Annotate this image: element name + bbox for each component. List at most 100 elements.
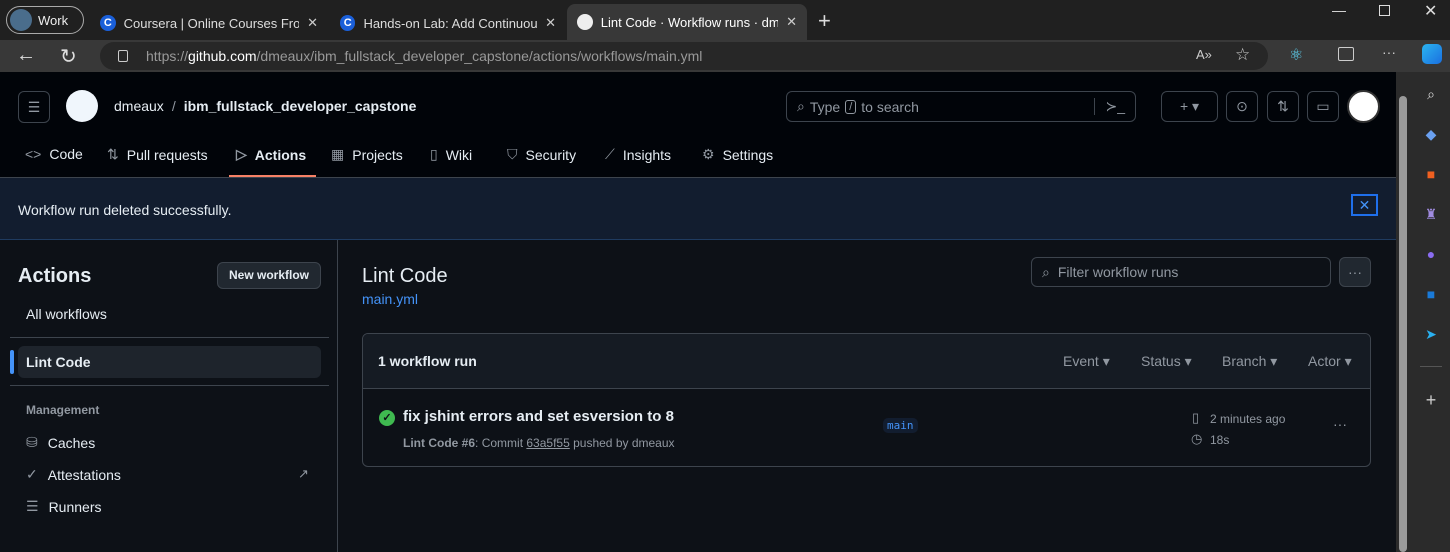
favorite-star-icon[interactable]: ☆ (1235, 45, 1250, 65)
command-palette-icon[interactable]: ≻_ (1094, 98, 1125, 115)
refresh-button[interactable]: ↻ (60, 44, 77, 69)
close-flash-button[interactable]: ✕ (1351, 194, 1378, 216)
inbox-button[interactable]: ▭ (1307, 91, 1339, 122)
issues-button[interactable]: ⊙ (1226, 91, 1258, 122)
nav-label: Security (525, 146, 577, 163)
new-tab-button[interactable]: + (818, 8, 831, 34)
commit-sha-link[interactable]: 63a5f55 (526, 436, 569, 450)
split-screen-icon[interactable] (1338, 47, 1354, 61)
copilot-sidebar-icon[interactable]: ● (1422, 246, 1440, 264)
user-avatar[interactable] (1347, 90, 1380, 123)
tab-lint-code[interactable]: Lint Code · Workflow runs · dmea ✕ (567, 4, 807, 40)
scrollbar-thumb[interactable] (1399, 96, 1407, 552)
close-icon[interactable]: ✕ (545, 15, 556, 31)
maximize-button[interactable] (1379, 5, 1390, 16)
runs-box-header (363, 334, 1370, 389)
nav-label: Pull requests (126, 146, 208, 163)
tab-security[interactable]: ⛉ Security (507, 146, 576, 163)
nav-label: Insights (622, 146, 672, 163)
toolbox-icon[interactable]: ■ (1422, 166, 1440, 184)
separator: / (171, 98, 176, 114)
add-icon[interactable]: + (1422, 390, 1440, 410)
github-header (0, 72, 1396, 178)
run-workflow: Lint Code (403, 436, 459, 450)
tab-pull-requests[interactable]: ⇅ Pull requests (107, 146, 208, 163)
more-options-button[interactable]: ··· (1339, 257, 1371, 287)
copilot-icon[interactable] (1422, 44, 1442, 64)
sidebar-item-label: Attestations (47, 466, 121, 483)
scrollbar[interactable] (1396, 72, 1410, 552)
new-workflow-button[interactable]: New workflow (217, 262, 321, 289)
shopping-tag-icon[interactable]: ◆ (1422, 126, 1440, 144)
tab-wiki[interactable]: ▯ Wiki (430, 146, 472, 163)
filter-input[interactable]: ⌕ Filter workflow runs (1031, 257, 1331, 287)
external-link-icon: ↗ (298, 466, 309, 481)
avatar (10, 9, 32, 31)
owner-link[interactable]: dmeaux (114, 98, 164, 114)
tab-hands-on-lab[interactable]: C Hands-on Lab: Add Continuous I ✕ (330, 6, 566, 40)
pull-requests-button[interactable]: ⇅ (1267, 91, 1299, 122)
sidebar-item-caches[interactable]: ⛁ Caches (26, 434, 95, 451)
nav-label: Actions (254, 146, 307, 163)
outlook-icon[interactable]: ■ (1422, 286, 1440, 304)
run-title-link[interactable]: fix jshint errors and set esversion to 8 (403, 408, 674, 425)
sidebar-item-runners[interactable]: ☰ Runners (26, 498, 101, 515)
tab-code[interactable]: <> Code (25, 146, 83, 162)
create-new-button[interactable]: + ▾ (1161, 91, 1218, 122)
send-icon[interactable]: ➤ (1422, 326, 1440, 344)
url-domain: github.com (188, 48, 257, 64)
tab-actions[interactable]: ▷ Actions (236, 146, 306, 163)
tab-insights[interactable]: ⟋ Insights (605, 146, 671, 163)
search-input[interactable]: ⌕ Type / to search ≻_ (786, 91, 1136, 122)
nav-label: Wiki (445, 146, 473, 163)
filter-branch[interactable]: Branch ▾ (1222, 353, 1277, 370)
filter-event[interactable]: Event ▾ (1063, 353, 1110, 370)
calendar-icon: ▯ (1192, 410, 1200, 425)
react-devtools-icon[interactable]: ⚛ (1289, 45, 1303, 65)
nav-label: Settings (722, 146, 774, 163)
tab-coursera[interactable]: C Coursera | Online Courses From T ✕ (90, 6, 328, 40)
games-icon[interactable]: ♜ (1422, 206, 1440, 224)
repo-link[interactable]: ibm_fullstack_developer_capstone (184, 98, 417, 114)
tab-title: Lint Code · Workflow runs · dmea (600, 14, 779, 30)
search-icon: ⌕ (1042, 263, 1050, 280)
workflow-file-link[interactable]: main.yml (362, 291, 418, 307)
page-title: Lint Code (362, 265, 448, 287)
close-icon[interactable]: ✕ (786, 14, 797, 30)
filter-actor[interactable]: Actor ▾ (1308, 353, 1352, 370)
active-indicator (10, 350, 14, 374)
address-bar[interactable]: https://github.com/dmeaux/ibm_fullstack_… (100, 42, 1268, 70)
github-logo-icon[interactable] (66, 90, 98, 122)
divider (10, 385, 329, 386)
url-prefix: https:// (146, 48, 189, 64)
sidebar-divider (337, 240, 338, 552)
git-pull-request-icon: ⇅ (107, 146, 119, 162)
sidebar-item-all-workflows[interactable]: All workflows (26, 306, 107, 322)
filter-status[interactable]: Status ▾ (1141, 353, 1192, 370)
close-icon[interactable]: ✕ (307, 15, 318, 31)
book-icon: ▯ (430, 146, 438, 162)
profile-button[interactable]: Work (6, 6, 84, 34)
success-icon: ✓ (379, 410, 395, 426)
tab-settings[interactable]: ⚙ Settings (702, 146, 773, 163)
run-more-button[interactable]: ··· (1333, 416, 1347, 432)
sidebar-item-attestations[interactable]: ✓ Attestations (26, 466, 121, 483)
commit-label: : Commit (475, 436, 524, 450)
branch-label[interactable]: main (883, 418, 918, 433)
coursera-icon: C (100, 15, 116, 31)
search-icon[interactable]: ⌕ (1422, 86, 1440, 104)
menu-button[interactable]: ☰ (18, 91, 50, 123)
more-icon[interactable]: ··· (1382, 44, 1396, 60)
filter-label: Branch (1222, 353, 1267, 369)
server-icon: ☰ (26, 498, 39, 514)
minimize-button[interactable]: — (1332, 2, 1346, 18)
profile-label: Work (38, 12, 69, 28)
database-icon: ⛁ (26, 434, 38, 450)
divider (1420, 366, 1442, 367)
filter-label: Status (1141, 353, 1181, 369)
read-aloud-icon[interactable]: A» (1196, 47, 1212, 62)
tab-projects[interactable]: ▦ Projects (331, 146, 403, 163)
close-window-button[interactable]: ✕ (1424, 1, 1437, 21)
back-button[interactable]: ← (16, 44, 36, 67)
github-icon (577, 14, 593, 30)
